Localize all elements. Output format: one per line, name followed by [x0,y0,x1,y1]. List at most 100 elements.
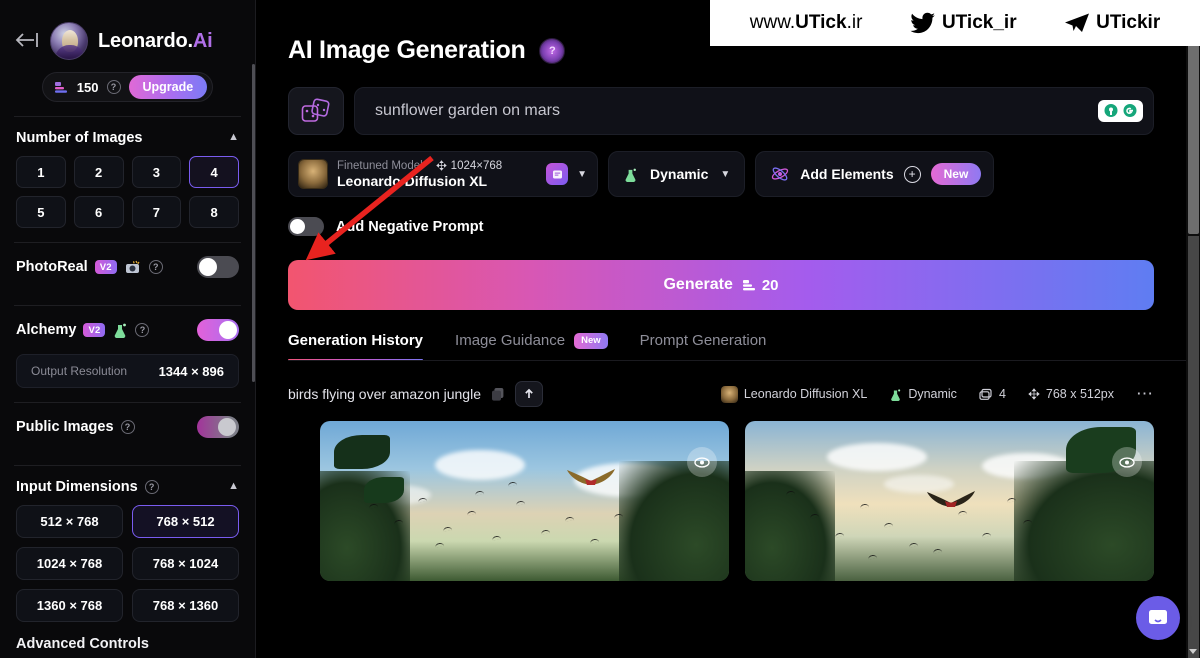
add-elements-button[interactable]: Add Elements + New [755,151,995,197]
generation-history-section: birds flying over amazon jungle Leonardo… [256,361,1200,581]
negative-prompt-row: Add Negative Prompt [256,197,1200,236]
photoreal-row: PhotoReal V2 ? [0,243,255,291]
upload-share-icon[interactable] [515,381,543,407]
public-images-toggle[interactable] [197,416,239,438]
history-meta-count: 4 [979,387,1006,401]
input-dimensions-grid: 512 × 768 768 × 512 1024 × 768 768 × 102… [0,495,255,622]
image-count-option[interactable]: 1 [16,156,66,188]
toggle-knob [218,418,236,436]
plus-circle-icon[interactable]: + [903,165,921,183]
foliage-right [1014,461,1154,581]
credits-pill: 150 ? Upgrade [41,72,214,102]
dimension-option[interactable]: 1360 × 768 [16,589,123,622]
alchemy-toggle[interactable] [197,319,239,341]
eye-icon[interactable] [1112,447,1142,477]
cloud-shape [434,449,525,480]
input-dimensions-section-header[interactable]: Input Dimensions ? ▲ [0,466,255,495]
tab-generation-history[interactable]: Generation History [288,332,424,361]
image-count-option[interactable]: 7 [131,196,182,228]
watermark-site: www.UTick.ir [750,12,863,34]
main-content: AI Image Generation ? sunflower garden o… [256,0,1200,658]
eye-icon[interactable] [687,447,717,477]
output-resolution-box: Output Resolution 1344 × 896 [16,354,239,388]
public-images-label: Public Images [16,419,114,435]
history-header: birds flying over amazon jungle Leonardo… [288,381,1200,407]
credits-help-icon[interactable]: ? [106,80,121,94]
dimension-option[interactable]: 1024 × 768 [16,547,123,580]
model-selector[interactable]: Finetuned Model 1024×768 Leonardo Diffus… [288,151,598,197]
output-resolution-label: Output Resolution [31,364,128,378]
chevron-down-icon[interactable]: ▼ [577,169,587,180]
credits-row: 150 ? Upgrade [0,60,255,102]
copy-icon[interactable] [491,387,505,402]
generate-button[interactable]: Generate 20 [288,260,1154,310]
negative-prompt-toggle[interactable] [288,217,324,236]
grammarly-extension-icon[interactable] [1098,100,1143,122]
credit-coin-icon [54,81,67,93]
history-meta-size: 768 x 512px [1028,387,1114,401]
model-texts: Finetuned Model 1024×768 Leonardo Diffus… [337,160,537,189]
dimension-option[interactable]: 512 × 768 [16,505,123,538]
dice-randomize-icon[interactable] [288,87,344,135]
image-count-option[interactable]: 5 [16,196,66,228]
image-count-option[interactable]: 2 [73,156,124,188]
page-scrollbar-lower[interactable] [1188,236,1199,658]
tab-label: Generation History [288,332,424,349]
page-scrollbar-thumb[interactable] [1188,44,1199,234]
prompt-row: sunflower garden on mars [256,65,1200,135]
dimension-option[interactable]: 768 × 1360 [132,589,239,622]
tabs: Generation History Image Guidance New Pr… [256,310,1200,361]
public-images-help-icon[interactable]: ? [120,420,135,434]
chat-bubble-icon[interactable] [1136,596,1180,640]
page-title: AI Image Generation [288,36,526,64]
photoreal-label-group: PhotoReal V2 ? [16,259,163,275]
photoreal-help-icon[interactable]: ? [148,260,163,274]
back-arrow-icon[interactable] [14,30,40,52]
public-images-row: Public Images ? [0,403,255,451]
image-count-option[interactable]: 3 [131,156,182,188]
number-of-images-title: Number of Images [16,130,143,146]
number-of-images-section-header[interactable]: Number of Images ▲ [0,117,255,146]
chevron-up-icon[interactable]: ▲ [228,131,239,143]
chevron-up-icon[interactable]: ▲ [228,480,239,492]
telegram-plane-icon [1065,13,1090,32]
photoreal-toggle[interactable] [197,256,239,278]
model-thumbnail-icon [720,385,738,403]
avatar[interactable] [50,22,88,60]
generated-image-thumbnail[interactable] [745,421,1154,581]
alchemy-row: Alchemy V2 ? [0,306,255,354]
alchemy-help-icon[interactable]: ? [135,323,150,337]
input-dimensions-help-icon[interactable]: ? [144,480,159,494]
sidebar-scrollbar[interactable] [252,64,255,382]
images-count-icon [979,388,992,400]
image-count-option[interactable]: 8 [189,196,239,228]
upgrade-button[interactable]: Upgrade [128,75,208,99]
dimension-option[interactable]: 768 × 1024 [132,547,239,580]
watermark-website: www.UTick.ir [750,12,863,34]
image-count-option-selected[interactable]: 4 [189,156,239,188]
page-title-help-icon[interactable]: ? [539,37,566,64]
tab-prompt-generation[interactable]: Prompt Generation [640,332,767,361]
app-root: Leonardo.Ai 150 ? Upgrade Number of Imag… [0,0,1200,658]
more-options-icon[interactable]: ⋯ [1136,385,1154,402]
toggle-knob [199,258,217,276]
tab-image-guidance[interactable]: Image Guidance New [455,332,608,361]
twitter-bird-icon [910,12,935,34]
advanced-controls-label[interactable]: Advanced Controls [0,622,255,652]
palm-tree [364,477,404,503]
image-count-option[interactable]: 6 [73,196,124,228]
model-name: Leonardo Diffusion XL [337,172,488,189]
watermark-name: UTick [795,12,847,33]
preset-selector[interactable]: Dynamic ▼ [608,151,746,197]
history-thumbnails [288,407,1200,581]
chevron-down-icon[interactable]: ▼ [720,169,730,180]
history-count-value: 4 [998,387,1006,401]
add-elements-label: Add Elements [800,166,894,182]
generated-image-thumbnail[interactable] [320,421,729,581]
potion-flask-icon [115,323,127,338]
watermark-twitter: UTick_ir [910,12,1017,34]
output-resolution-value: 1344 × 896 [158,363,224,379]
dimension-option-selected[interactable]: 768 × 512 [132,505,239,538]
prompt-input[interactable]: sunflower garden on mars [354,87,1154,135]
scroll-down-arrow-icon[interactable] [1188,646,1198,656]
